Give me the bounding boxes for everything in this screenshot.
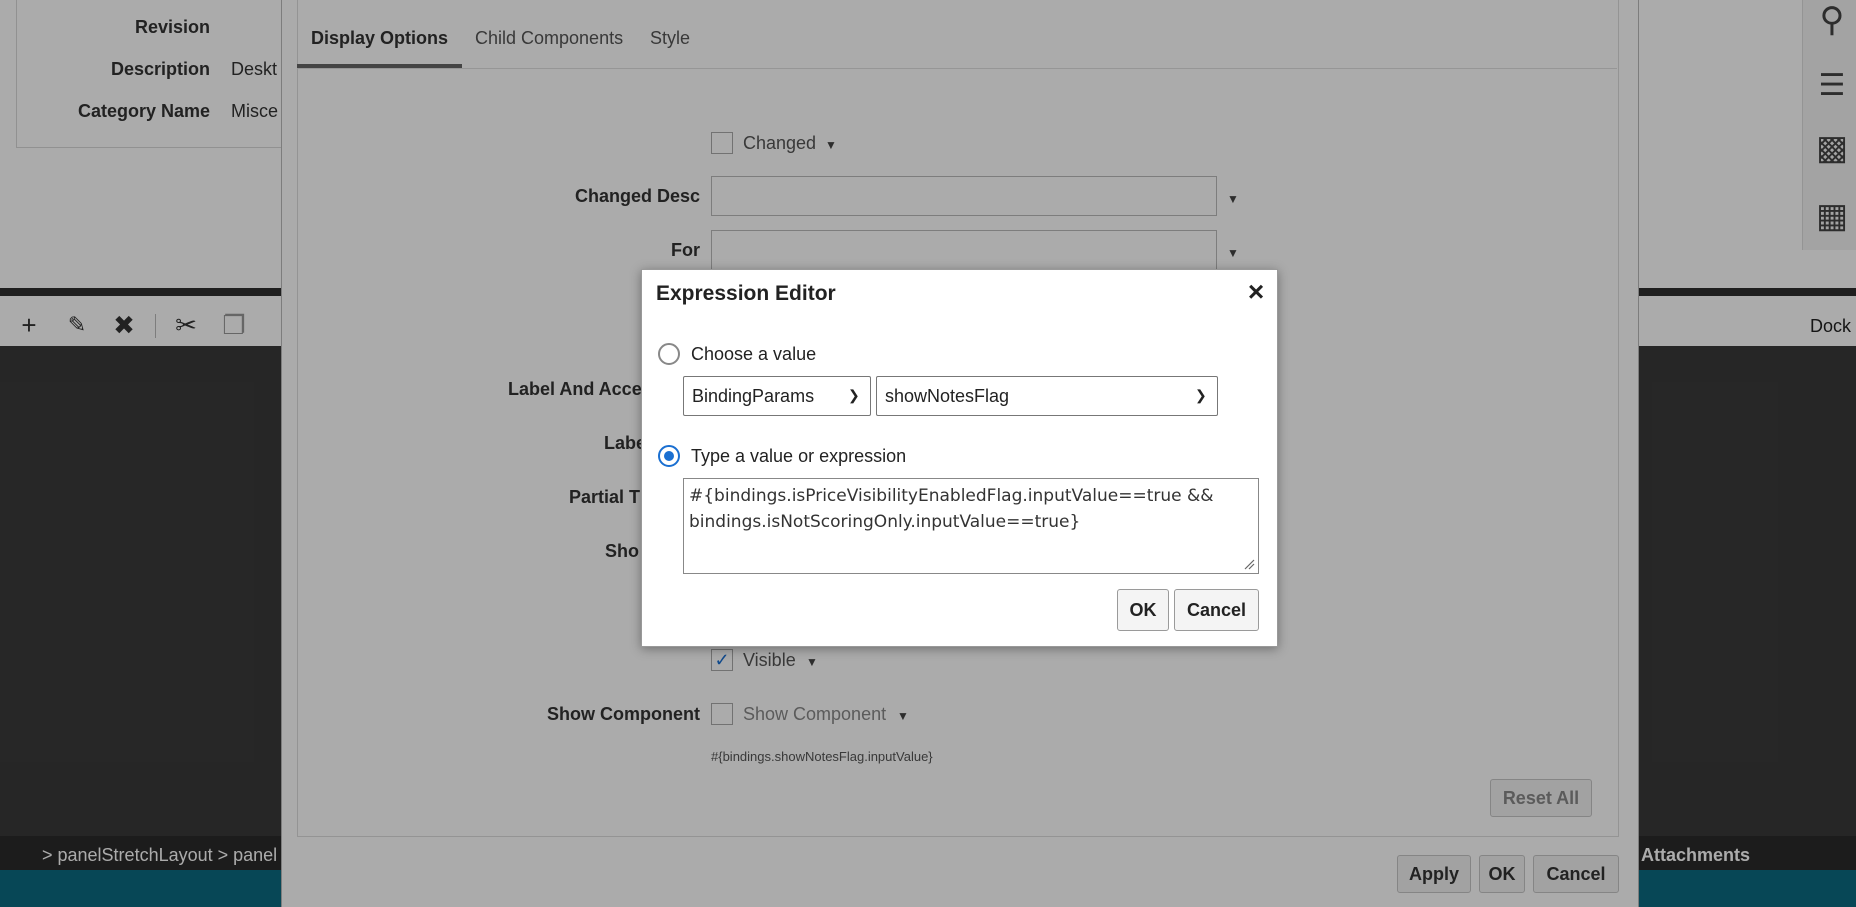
ok-button[interactable]: OK [1117, 589, 1169, 631]
expression-editor-title: Expression Editor [656, 282, 836, 305]
expression-editor-dialog: Expression Editor × Choose a value Bindi… [641, 269, 1278, 647]
attribute-select[interactable]: showNotesFlag [876, 376, 1218, 416]
binding-params-select-value: BindingParams [692, 386, 815, 406]
choose-value-radio[interactable] [658, 343, 680, 365]
chevron-down-icon[interactable]: ❯ [1195, 387, 1207, 404]
binding-params-select[interactable]: BindingParams [683, 376, 871, 416]
cancel-button[interactable]: Cancel [1174, 589, 1259, 631]
type-expression-radio[interactable] [658, 445, 680, 467]
chevron-down-icon[interactable]: ❯ [848, 387, 860, 404]
choose-value-label: Choose a value [691, 344, 817, 364]
resize-grip-icon[interactable] [1243, 558, 1255, 570]
close-icon[interactable]: × [1242, 278, 1270, 306]
attribute-select-value: showNotesFlag [885, 386, 1010, 406]
type-expression-label: Type a value or expression [691, 446, 907, 466]
expression-textarea[interactable]: #{bindings.isPriceVisibilityEnabledFlag.… [683, 478, 1259, 574]
